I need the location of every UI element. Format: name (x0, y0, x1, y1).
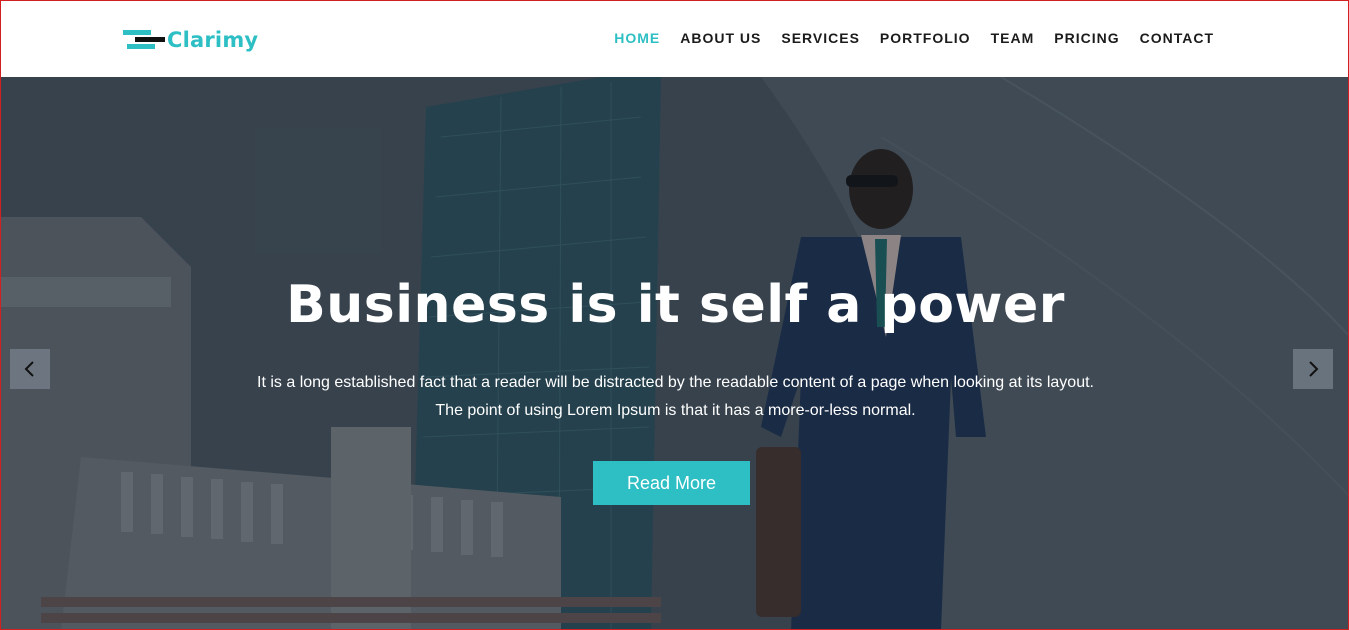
nav-item-team[interactable]: TEAM (991, 30, 1035, 46)
hero-slider: Business is it self a power It is a long… (1, 77, 1348, 629)
nav-item-portfolio[interactable]: PORTFOLIO (880, 30, 971, 46)
brand-name: Clarimy (167, 28, 259, 52)
site-header: Clarimy HOME ABOUT US SERVICES PORTFOLIO… (1, 1, 1348, 77)
slider-next-button[interactable] (1293, 349, 1333, 389)
stacked-bars-logo-icon (123, 28, 165, 52)
main-nav: HOME ABOUT US SERVICES PORTFOLIO TEAM PR… (614, 30, 1214, 46)
hero-description: It is a long established fact that a rea… (1, 369, 1348, 425)
hero-overlay (1, 77, 1348, 629)
chevron-right-icon (1309, 361, 1319, 377)
hero-description-line-1: It is a long established fact that a rea… (257, 374, 1094, 391)
chevron-left-icon (24, 361, 34, 377)
read-more-button[interactable]: Read More (593, 461, 750, 505)
nav-item-about-us[interactable]: ABOUT US (680, 30, 761, 46)
slider-prev-button[interactable] (10, 349, 50, 389)
brand-logo[interactable]: Clarimy (123, 27, 258, 53)
nav-item-services[interactable]: SERVICES (781, 30, 860, 46)
hero-title: Business is it self a power (286, 275, 1065, 335)
nav-item-contact[interactable]: CONTACT (1140, 30, 1214, 46)
hero-description-line-2: The point of using Lorem Ipsum is that i… (435, 402, 916, 419)
nav-item-home[interactable]: HOME (614, 30, 660, 46)
browser-frame: Clarimy HOME ABOUT US SERVICES PORTFOLIO… (0, 0, 1349, 630)
nav-item-pricing[interactable]: PRICING (1054, 30, 1119, 46)
